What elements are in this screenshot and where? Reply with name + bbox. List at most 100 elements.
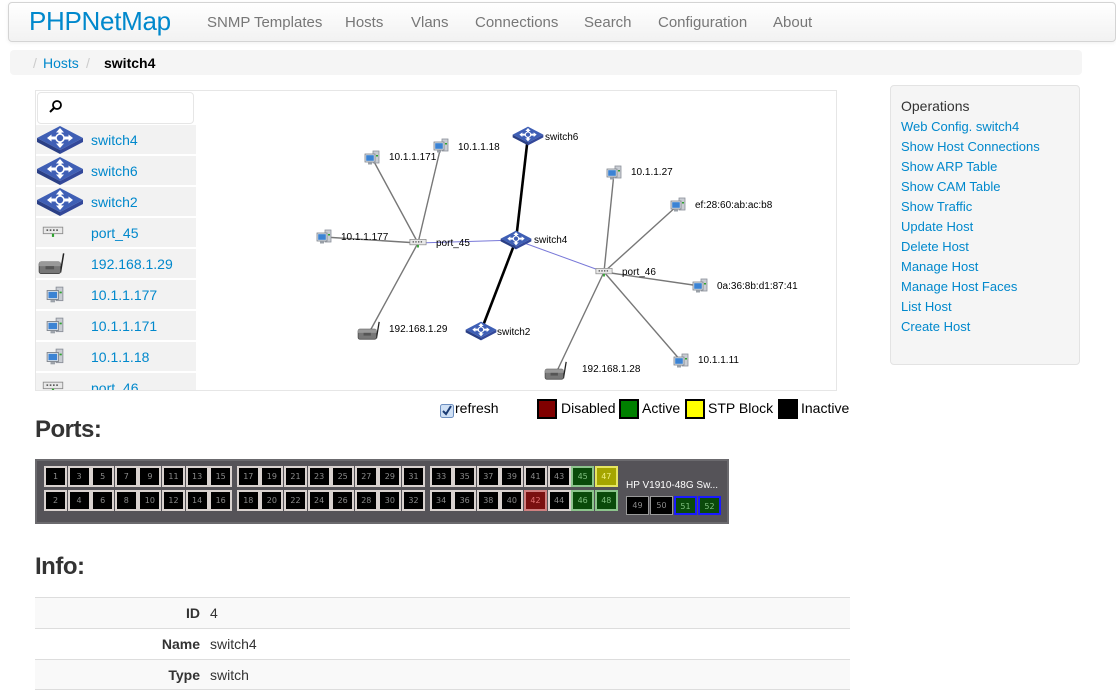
nav-hosts[interactable]: Hosts [345, 14, 383, 31]
graph-node-port[interactable]: port_45 [409, 238, 470, 249]
network-graph[interactable]: switch4 switch6 switch2 port_45 port_46 10.1.… [196, 91, 837, 391]
operation-link[interactable]: Update Host [901, 219, 973, 234]
port-19[interactable]: 19 [260, 466, 284, 487]
port-36[interactable]: 36 [453, 490, 477, 511]
host-list-item-label[interactable]: switch4 [91, 132, 138, 148]
host-list-item-label[interactable]: port_46 [91, 380, 138, 390]
port-17[interactable]: 17 [236, 466, 260, 487]
operation-link[interactable]: Create Host [901, 319, 970, 334]
port-29[interactable]: 29 [378, 466, 402, 487]
host-list-item-label[interactable]: port_45 [91, 225, 138, 241]
port-30[interactable]: 30 [378, 490, 402, 511]
port-43[interactable]: 43 [547, 466, 571, 487]
graph-node-workstation[interactable]: 10.1.1.11 [673, 353, 739, 368]
port-7[interactable]: 7 [114, 466, 138, 487]
operation-link[interactable]: Manage Host Faces [901, 279, 1017, 294]
port-1[interactable]: 1 [44, 466, 67, 487]
nav-vlans[interactable]: Vlans [411, 14, 449, 31]
port-6[interactable]: 6 [91, 490, 115, 511]
nav-configuration[interactable]: Configuration [658, 14, 747, 31]
host-list-item[interactable]: switch6 [36, 156, 196, 186]
port-3[interactable]: 3 [67, 466, 91, 487]
operation-link[interactable]: Show Host Connections [901, 139, 1040, 154]
port-35[interactable]: 35 [453, 466, 477, 487]
sfp-port-52[interactable]: 52 [698, 496, 721, 515]
graph-node-workstation[interactable]: 10.1.1.177 [316, 229, 389, 244]
port-22[interactable]: 22 [284, 490, 307, 511]
operation-link[interactable]: Show CAM Table [901, 179, 1000, 194]
port-13[interactable]: 13 [185, 466, 209, 487]
host-list-item[interactable]: 10.1.1.18 [36, 342, 196, 372]
port-33[interactable]: 33 [429, 466, 453, 487]
graph-node-workstation[interactable]: 10.1.1.27 [606, 165, 673, 180]
refresh-checkbox[interactable] [440, 404, 454, 418]
port-27[interactable]: 27 [354, 466, 378, 487]
operation-link[interactable]: Web Config. switch4 [901, 119, 1019, 134]
port-47[interactable]: 47 [594, 466, 618, 487]
port-11[interactable]: 11 [162, 466, 185, 487]
port-9[interactable]: 9 [138, 466, 162, 487]
port-15[interactable]: 15 [209, 466, 233, 487]
port-14[interactable]: 14 [185, 490, 209, 511]
sfp-port-50[interactable]: 50 [650, 496, 673, 515]
operation-link[interactable]: Show Traffic [901, 199, 972, 214]
host-list-item[interactable]: port_45 [36, 218, 196, 248]
port-31[interactable]: 31 [402, 466, 425, 487]
host-list-item-label[interactable]: 10.1.1.177 [91, 287, 157, 303]
port-40[interactable]: 40 [500, 490, 524, 511]
nav-search[interactable]: Search [584, 14, 632, 31]
operation-link[interactable]: Show ARP Table [901, 159, 997, 174]
host-list-item-label[interactable]: 192.168.1.29 [91, 256, 173, 272]
operation-link[interactable]: Delete Host [901, 239, 969, 254]
operation-link[interactable]: Manage Host [901, 259, 978, 274]
port-23[interactable]: 23 [307, 466, 331, 487]
graph-node-workstation[interactable]: 10.1.1.171 [364, 150, 437, 165]
host-list-item-label[interactable]: switch6 [91, 163, 138, 179]
port-38[interactable]: 38 [476, 490, 500, 511]
graph-node-switch[interactable]: switch2 [465, 321, 531, 341]
host-list-item[interactable]: 10.1.1.177 [36, 280, 196, 310]
host-list-item[interactable]: switch4 [36, 125, 196, 155]
port-26[interactable]: 26 [331, 490, 355, 511]
port-34[interactable]: 34 [429, 490, 453, 511]
port-21[interactable]: 21 [284, 466, 307, 487]
port-18[interactable]: 18 [236, 490, 260, 511]
port-39[interactable]: 39 [500, 466, 524, 487]
operation-link[interactable]: List Host [901, 299, 952, 314]
graph-node-switch[interactable]: switch6 [512, 126, 579, 146]
nav-about[interactable]: About [773, 14, 812, 31]
breadcrumb-hosts-link[interactable]: Hosts [43, 55, 79, 71]
host-list-item[interactable]: 10.1.1.171 [36, 311, 196, 341]
port-44[interactable]: 44 [547, 490, 571, 511]
graph-node-workstation[interactable]: 0a:36:8b:d1:87:41 [692, 278, 798, 293]
host-search-input[interactable] [37, 92, 194, 124]
host-list-item-label[interactable]: switch2 [91, 194, 138, 210]
port-48[interactable]: 48 [594, 490, 618, 511]
port-16[interactable]: 16 [209, 490, 233, 511]
host-list-item-label[interactable]: 10.1.1.18 [91, 349, 149, 365]
graph-node-workstation[interactable]: 10.1.1.18 [433, 138, 500, 153]
host-list-item[interactable]: switch2 [36, 187, 196, 217]
sfp-port-51[interactable]: 51 [674, 496, 697, 515]
nav-snmp-templates[interactable]: SNMP Templates [207, 14, 322, 31]
port-45[interactable]: 45 [571, 466, 595, 487]
port-41[interactable]: 41 [524, 466, 547, 487]
graph-node-workstation[interactable]: ef:28:60:ab:ac:b8 [670, 197, 773, 212]
port-12[interactable]: 12 [162, 490, 185, 511]
port-28[interactable]: 28 [354, 490, 378, 511]
port-25[interactable]: 25 [331, 466, 355, 487]
port-4[interactable]: 4 [67, 490, 91, 511]
port-32[interactable]: 32 [402, 490, 425, 511]
port-24[interactable]: 24 [307, 490, 331, 511]
brand-logo-link[interactable]: PHPNetMap [29, 6, 171, 37]
port-37[interactable]: 37 [476, 466, 500, 487]
port-42[interactable]: 42 [524, 490, 547, 511]
port-20[interactable]: 20 [260, 490, 284, 511]
nav-connections[interactable]: Connections [475, 14, 558, 31]
host-list-item[interactable]: port_46 [36, 373, 196, 390]
sfp-port-49[interactable]: 49 [626, 496, 649, 515]
graph-node-port[interactable]: port_46 [595, 267, 656, 278]
host-list-item-label[interactable]: 10.1.1.171 [91, 318, 157, 334]
port-5[interactable]: 5 [91, 466, 115, 487]
port-46[interactable]: 46 [571, 490, 595, 511]
